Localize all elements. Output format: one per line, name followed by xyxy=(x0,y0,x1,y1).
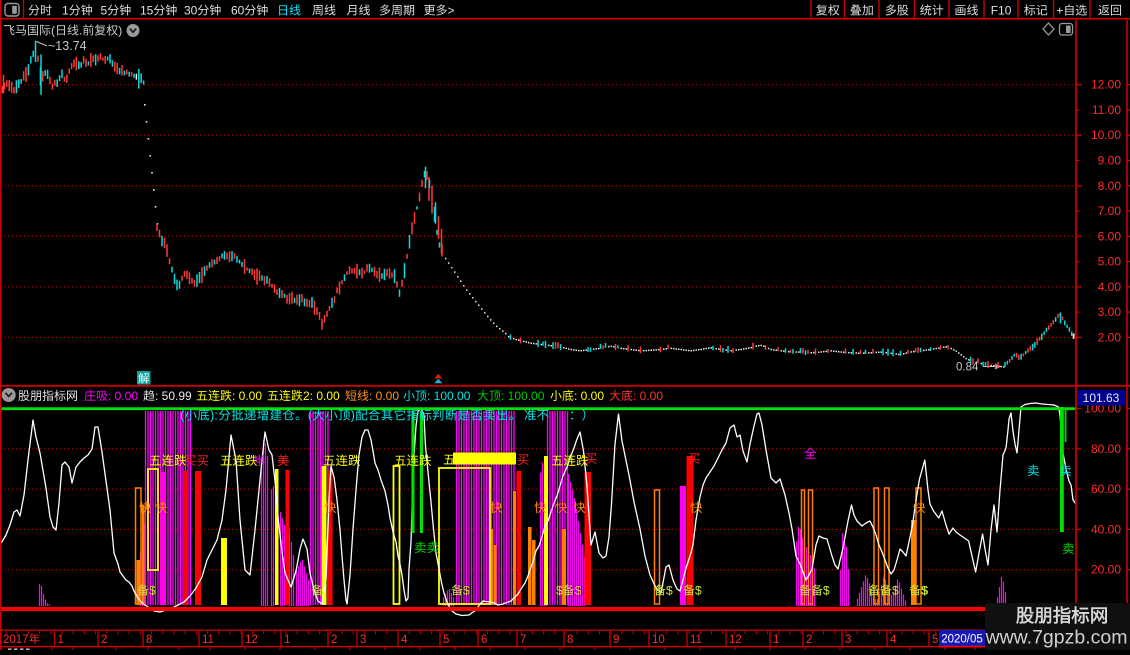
svg-text:1: 1 xyxy=(58,634,64,646)
svg-text:: 100.00: : 100.00 xyxy=(427,389,471,403)
svg-text:.: . xyxy=(79,24,82,38)
svg-text:~13.74: ~13.74 xyxy=(48,39,87,53)
svg-text:80.00: 80.00 xyxy=(1091,442,1121,456)
svg-text:101.63: 101.63 xyxy=(1083,391,1120,405)
svg-text:4: 4 xyxy=(401,634,408,646)
svg-text:3: 3 xyxy=(845,634,851,646)
svg-text:$: $ xyxy=(666,584,673,598)
svg-text:11: 11 xyxy=(202,634,214,646)
svg-text:15: 15 xyxy=(140,4,154,18)
svg-text:$: $ xyxy=(695,584,702,598)
svg-text:$: $ xyxy=(922,584,929,598)
svg-text:): ) xyxy=(118,24,122,38)
svg-text:www.7gpzb.com: www.7gpzb.com xyxy=(985,627,1128,649)
svg-text:60.00: 60.00 xyxy=(1091,482,1121,496)
svg-text:$: $ xyxy=(575,584,582,598)
svg-text:: 0.00: : 0.00 xyxy=(232,389,262,403)
svg-text:$: $ xyxy=(463,584,470,598)
svg-text:5.00: 5.00 xyxy=(1098,255,1122,269)
svg-text:5: 5 xyxy=(101,4,108,18)
svg-text:7: 7 xyxy=(520,634,526,646)
svg-text:$: $ xyxy=(149,584,156,598)
svg-text:: 0.00: : 0.00 xyxy=(574,389,604,403)
svg-text:2: 2 xyxy=(331,634,337,646)
svg-text:0.84: 0.84 xyxy=(956,362,979,374)
svg-text:: 0.00: : 0.00 xyxy=(369,389,399,403)
svg-text:12.00: 12.00 xyxy=(1091,78,1121,92)
svg-text:11: 11 xyxy=(690,634,702,646)
svg-text:8: 8 xyxy=(567,634,573,646)
svg-text:5: 5 xyxy=(932,634,938,646)
svg-text:12: 12 xyxy=(729,634,742,646)
svg-text:60: 60 xyxy=(231,4,245,18)
svg-text:1: 1 xyxy=(62,4,69,18)
svg-text:2.00: 2.00 xyxy=(1098,330,1122,344)
svg-text:7.00: 7.00 xyxy=(1098,204,1122,218)
svg-text:1: 1 xyxy=(773,634,779,646)
svg-text:1: 1 xyxy=(284,634,290,646)
svg-text:30: 30 xyxy=(184,4,198,18)
svg-text:$: $ xyxy=(556,584,563,598)
svg-text:5: 5 xyxy=(443,634,449,646)
svg-text:(: ( xyxy=(51,24,55,38)
svg-text:+: + xyxy=(1056,4,1063,18)
svg-text:9.00: 9.00 xyxy=(1098,154,1122,168)
svg-text:2: 2 xyxy=(101,634,107,646)
svg-text:): ) xyxy=(351,409,355,423)
svg-text:F10: F10 xyxy=(991,4,1012,18)
svg-text:3.00: 3.00 xyxy=(1098,305,1122,319)
svg-text:: 0.00: : 0.00 xyxy=(108,389,138,403)
svg-text:: 50.99: : 50.99 xyxy=(155,389,192,403)
svg-text:2: 0.00: 2: 0.00 xyxy=(303,389,340,403)
svg-text:: 100.00: : 100.00 xyxy=(501,389,545,403)
svg-text:9: 9 xyxy=(613,634,619,646)
svg-text:8.00: 8.00 xyxy=(1098,179,1122,193)
svg-text:8: 8 xyxy=(146,634,152,646)
svg-text:4: 4 xyxy=(890,634,897,646)
svg-text:: 0.00: : 0.00 xyxy=(633,389,663,403)
svg-text:11.00: 11.00 xyxy=(1092,103,1121,117)
svg-text:3: 3 xyxy=(360,634,366,646)
svg-text:40.00: 40.00 xyxy=(1091,522,1121,536)
svg-text:10: 10 xyxy=(652,634,665,646)
svg-text:>: > xyxy=(448,4,455,18)
svg-text:10.00: 10.00 xyxy=(1091,128,1121,142)
svg-text:12: 12 xyxy=(245,634,258,646)
svg-text:2020/05: 2020/05 xyxy=(941,634,983,646)
svg-text:6.00: 6.00 xyxy=(1098,229,1122,243)
svg-text:$: $ xyxy=(892,584,899,598)
svg-text:):: ): xyxy=(210,409,218,423)
svg-text:6: 6 xyxy=(481,634,487,646)
svg-text:$: $ xyxy=(823,584,830,598)
svg-text:4.00: 4.00 xyxy=(1098,280,1122,294)
svg-text:2017: 2017 xyxy=(3,634,29,646)
svg-text:20.00: 20.00 xyxy=(1091,563,1121,577)
svg-text:2: 2 xyxy=(806,634,812,646)
